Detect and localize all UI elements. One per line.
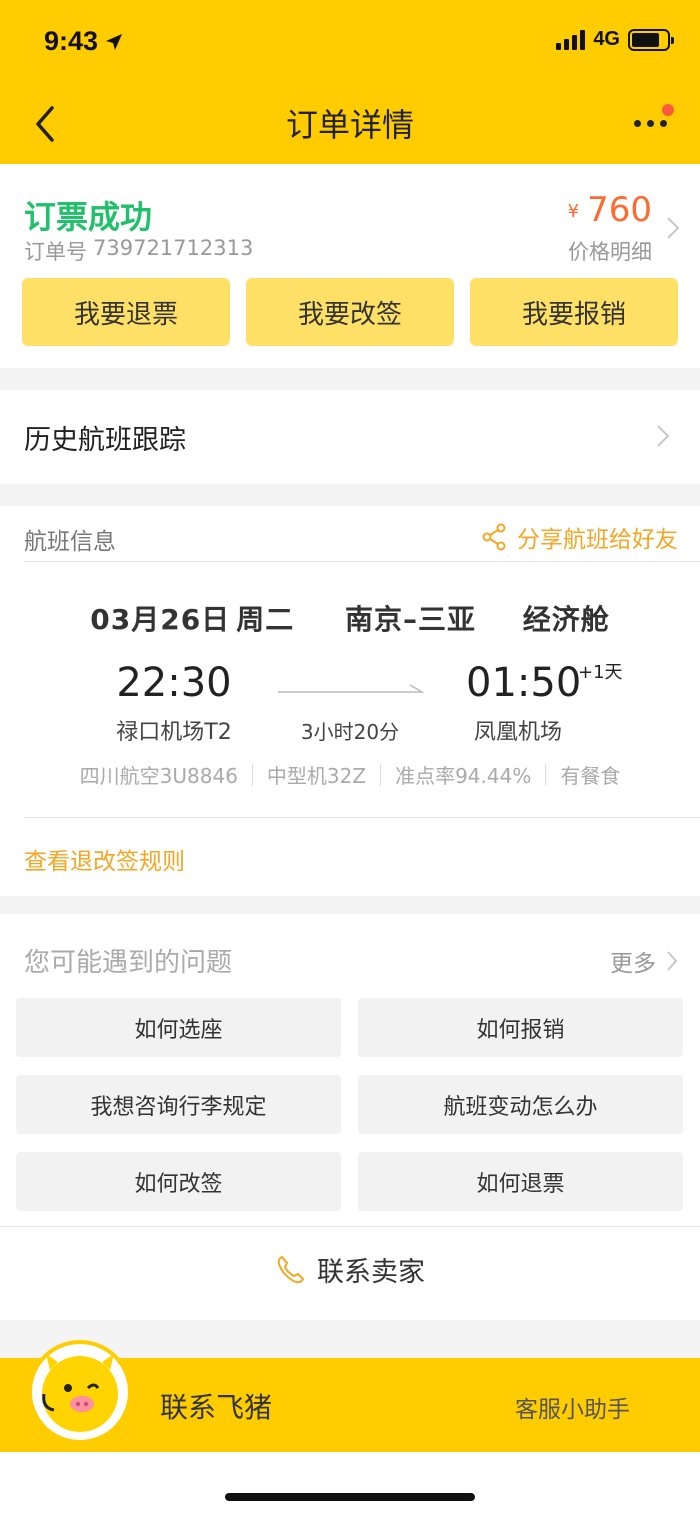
reimbursement-button[interactable]: 我要报销	[470, 278, 678, 346]
faq-change-ticket[interactable]: 如何改签	[16, 1152, 341, 1211]
flight-date-route: 03月26日 周二 南京–三亚 经济舱	[0, 598, 700, 638]
faq-baggage-rules[interactable]: 我想咨询行李规定	[16, 1075, 341, 1134]
arrival-airport: 凤凰机场	[474, 720, 563, 745]
faq-grid: 如何选座 如何报销 我想咨询行李规定 航班变动怎么办 如何改签 如何退票	[16, 998, 684, 1211]
status-time: 9:43	[44, 26, 124, 57]
flight-info-title: 航班信息	[24, 529, 116, 555]
order-actions: 我要退票 我要改签 我要报销	[22, 278, 678, 346]
meal-info: 有餐食	[560, 764, 621, 788]
faq-flight-change[interactable]: 航班变动怎么办	[358, 1075, 683, 1134]
location-arrow-icon	[106, 33, 123, 50]
share-flight-button[interactable]: 分享航班给好友	[481, 520, 678, 554]
divider	[380, 763, 382, 786]
faq-reimbursement[interactable]: 如何报销	[358, 998, 683, 1057]
departure-airport: 禄口机场T2	[116, 720, 232, 745]
arrival-next-day: +1天	[578, 662, 623, 683]
more-menu-button[interactable]	[634, 104, 674, 140]
page-title: 订单详情	[285, 106, 414, 144]
status-time-text: 9:43	[44, 26, 99, 56]
signal-icon	[556, 29, 586, 50]
divider	[24, 817, 700, 818]
phone-icon	[277, 1255, 304, 1283]
faq-card: 您可能遇到的问题 更多 如何选座 如何报销 我想咨询行李规定 航班变动怎么办 如…	[0, 914, 700, 1320]
order-number-value: 739721712313	[93, 236, 254, 260]
faq-more-button[interactable]: 更多	[610, 944, 678, 978]
price: ¥760	[568, 190, 652, 232]
chevron-right-icon	[667, 217, 680, 239]
home-indicator[interactable]	[225, 1493, 475, 1501]
flight-duration: 3小时20分	[300, 720, 400, 744]
order-number-label: 订单号	[24, 240, 87, 264]
faq-select-seat[interactable]: 如何选座	[16, 998, 341, 1057]
price-detail-label: 价格明细	[568, 240, 652, 264]
customer-service-assistant: 客服小助手	[515, 1397, 630, 1423]
flight-arrow-icon	[278, 684, 424, 693]
history-flight-tracking-label: 历史航班跟踪	[24, 425, 186, 456]
divider	[251, 763, 253, 786]
status-indicators: 4G	[556, 28, 674, 51]
order-summary-card: 订票成功 订单号 739721712313 ¥760 价格明细 我要退票 我要改…	[0, 164, 700, 368]
price-detail-link[interactable]: ¥760 价格明细	[568, 190, 680, 266]
notification-dot	[662, 104, 674, 116]
flight-meta: 四川航空3U8846 中型机32Z 准点率94.44% 有餐食	[0, 760, 700, 789]
arrival-time: 01:50	[466, 660, 582, 706]
flight-date: 03月26日	[90, 603, 231, 636]
faq-title: 您可能遇到的问题	[24, 948, 233, 978]
chevron-right-icon	[667, 951, 678, 971]
price-value: 760	[587, 190, 652, 230]
on-time-rate: 准点率94.44%	[395, 764, 532, 788]
order-number: 订单号 739721712313	[24, 236, 253, 266]
network-type: 4G	[593, 28, 620, 50]
aircraft-type: 中型机32Z	[266, 764, 367, 788]
contact-fliggy-label: 联系飞猪	[160, 1391, 273, 1424]
divider	[545, 763, 547, 786]
flight-route: 南京–三亚	[344, 603, 476, 636]
divider	[24, 561, 700, 562]
refund-button[interactable]: 我要退票	[22, 278, 230, 346]
faq-more-label: 更多	[610, 951, 656, 977]
flight-info-card: 航班信息 分享航班给好友 03月26日 周二 南京–三亚 经济舱 22:30 禄口…	[0, 506, 700, 896]
airline-flight-number: 四川航空3U8846	[79, 764, 238, 788]
flight-cabin: 经济舱	[522, 603, 610, 636]
divider	[0, 1226, 700, 1227]
currency-symbol: ¥	[567, 201, 580, 222]
battery-icon	[628, 28, 674, 51]
contact-seller-label: 联系卖家	[317, 1257, 425, 1288]
contact-seller-button[interactable]: 联系卖家	[0, 1250, 700, 1289]
home-indicator-area	[0, 1452, 700, 1516]
refund-change-rules-link[interactable]: 查看退改签规则	[24, 842, 185, 876]
share-flight-label: 分享航班给好友	[517, 527, 678, 553]
mascot-icon	[28, 1340, 132, 1444]
history-flight-tracking-row[interactable]: 历史航班跟踪	[0, 390, 700, 484]
chevron-right-icon	[657, 425, 670, 447]
more-dots-icon	[634, 120, 667, 127]
departure-time: 22:30	[116, 660, 232, 706]
order-status: 订票成功	[24, 198, 153, 236]
faq-refund[interactable]: 如何退票	[358, 1152, 683, 1211]
change-ticket-button[interactable]: 我要改签	[246, 278, 454, 346]
flight-weekday: 周二	[236, 603, 295, 636]
share-icon	[482, 523, 506, 551]
top-header: 9:43 4G 订单详情	[0, 0, 700, 164]
